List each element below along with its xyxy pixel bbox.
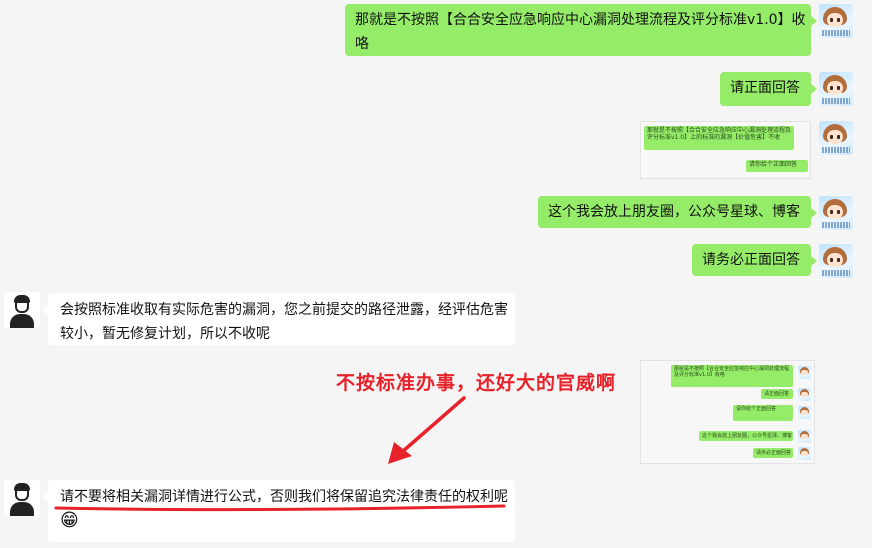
my-avatar[interactable] [819, 4, 853, 38]
outgoing-screenshot-collage[interactable]: 那就是不按照【合合安全应急响应中心漏洞处理流程 及评分标准v1.0】收咯 请正面… [640, 360, 815, 464]
contact-avatar[interactable] [4, 292, 40, 328]
screenshot-text-line1: 那就是不按照【合合安全应急响应中心漏洞处理流程及 [647, 127, 792, 134]
collage-avatar [798, 406, 811, 419]
collage-text-reply4: 请务必正面回答 [756, 450, 792, 456]
outgoing-message-2[interactable]: 请正面回答 [720, 72, 817, 106]
collage-text-reply3: 这个我会放上朋友圈，公众号星球、博客 [702, 433, 793, 439]
outgoing-screenshot-image[interactable]: 那就是不按照【合合安全应急响应中心漏洞处理流程及 评分标准v1.0】上的标准的漏… [640, 121, 811, 179]
screenshot-reply-text: 请你给个正面回答 [749, 161, 798, 168]
message-text-line2: 咯 [355, 36, 369, 52]
message-text: 那就是不按照【合合安全应急响应中心漏洞处理流程及评分标准v1.0】收 [355, 12, 806, 28]
collage-bubble-2: 请正面回答 [761, 389, 793, 399]
outgoing-message-3[interactable]: 这个我会放上朋友圈，公众号星球、博客 [538, 196, 817, 228]
contact-avatar[interactable] [4, 480, 40, 516]
message-text-line2: 较小，暂无修复计划，所以不收呢 [60, 326, 270, 342]
collage-bubble-5: 请务必正面回答 [753, 448, 793, 458]
message-text: 请务必正面回答 [702, 252, 800, 268]
collage-text-line2: 及评分标准v1.0】收咯 [674, 372, 725, 378]
my-avatar[interactable] [819, 121, 853, 155]
message-text: 请正面回答 [730, 80, 800, 96]
annotation-underline [54, 504, 506, 512]
collage-bubble-4: 这个我会放上朋友圈，公众号星球、博客 [699, 431, 793, 441]
collage-text-reply1: 请正面回答 [764, 391, 790, 397]
collage-avatar [798, 388, 811, 401]
outgoing-message-1[interactable]: 那就是不按照【合合安全应急响应中心漏洞处理流程及评分标准v1.0】收 咯 [345, 4, 817, 56]
collage-avatar [798, 430, 811, 443]
outgoing-message-4[interactable]: 请务必正面回答 [692, 244, 817, 276]
message-text-line1: 会按照标准收取有实际危害的漏洞，您之前提交的路径泄露，经评估危害 [60, 302, 508, 318]
collage-avatar [798, 366, 811, 379]
screenshot-text-line2: 评分标准v1.0】上的标准的漏洞【价值危害】不收 [647, 134, 781, 141]
annotation-text: 不按标准办事，还好大的官威啊 [336, 372, 617, 394]
my-avatar[interactable] [819, 196, 853, 230]
collage-bubble-1: 那就是不按照【合合安全应急响应中心漏洞处理流程 及评分标准v1.0】收咯 [671, 365, 793, 387]
message-text: 这个我会放上朋友圈，公众号星球、博客 [548, 204, 800, 220]
collage-avatar [798, 447, 811, 460]
incoming-message-1[interactable]: 会按照标准收取有实际危害的漏洞，您之前提交的路径泄露，经评估危害 较小，暂无修复… [42, 293, 515, 345]
my-avatar[interactable] [819, 72, 853, 106]
collage-text-reply2: 请你给个正面回答 [736, 406, 777, 412]
screenshot-bubble: 那就是不按照【合合安全应急响应中心漏洞处理流程及 评分标准v1.0】上的标准的漏… [644, 126, 794, 150]
screenshot-reply-bubble: 请你给个正面回答 [746, 160, 808, 172]
collage-bubble-3: 请你给个正面回答 [733, 405, 793, 421]
my-avatar[interactable] [819, 244, 853, 278]
annotation-arrow [388, 396, 466, 464]
